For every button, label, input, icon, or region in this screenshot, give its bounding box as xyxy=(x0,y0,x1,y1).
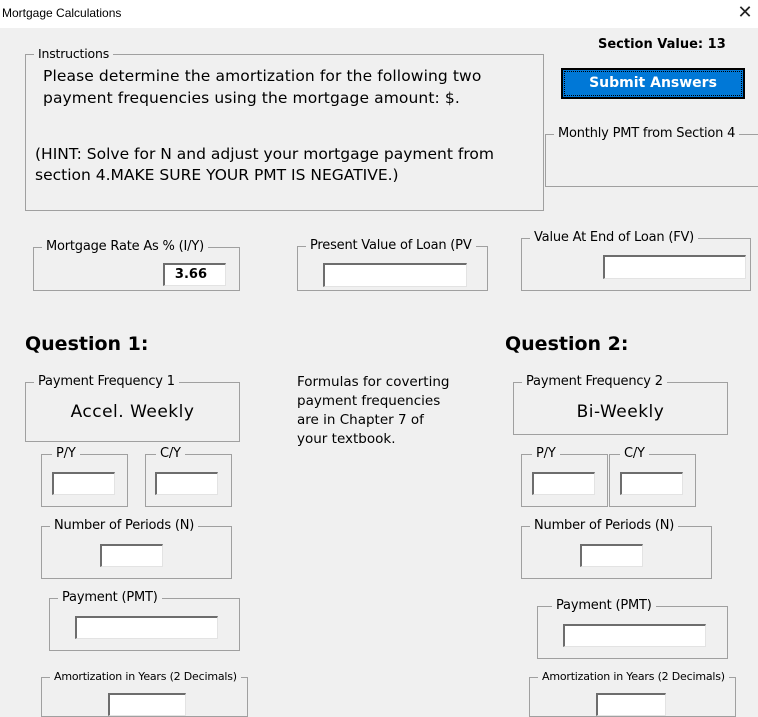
q2-n-legend: Number of Periods (N) xyxy=(530,518,679,533)
q1-py-input[interactable] xyxy=(52,472,115,495)
q1-cy-input[interactable] xyxy=(155,472,218,495)
q2-n-input[interactable] xyxy=(580,544,643,567)
fv-legend: Value At End of Loan (FV) xyxy=(530,230,699,245)
question-2-title: Question 2: xyxy=(505,333,629,355)
q1-n-frame: Number of Periods (N) xyxy=(41,518,232,579)
q1-amort-legend: Amortization in Years (2 Decimals) xyxy=(50,670,241,683)
q2-cy-frame: C/Y xyxy=(609,446,696,507)
monthly-pmt-legend: Monthly PMT from Section 4 xyxy=(554,126,740,141)
q2-frequency-frame: Payment Frequency 2 Bi-Weekly xyxy=(513,374,728,435)
q2-py-input[interactable] xyxy=(532,472,595,495)
formula-note-line: payment frequencies xyxy=(297,393,441,409)
submit-answers-button[interactable]: Submit Answers xyxy=(561,68,745,99)
formula-note-line: are in Chapter 7 of xyxy=(297,412,424,428)
q1-n-legend: Number of Periods (N) xyxy=(50,518,199,533)
q1-amort-frame: Amortization in Years (2 Decimals) xyxy=(41,670,248,717)
fv-frame: Value At End of Loan (FV) xyxy=(521,230,751,291)
rate-frame: Mortgage Rate As % (I/Y) 3.66 xyxy=(33,239,240,291)
q1-frequency-value: Accel. Weekly xyxy=(70,402,195,422)
q2-py-frame: P/Y xyxy=(521,446,608,507)
q2-amort-frame: Amortization in Years (2 Decimals) xyxy=(529,670,736,717)
close-icon[interactable]: ✕ xyxy=(734,2,756,24)
monthly-pmt-frame: Monthly PMT from Section 4 xyxy=(545,126,758,187)
q2-frequency-legend: Payment Frequency 2 xyxy=(522,374,667,389)
q2-pmt-legend: Payment (PMT) xyxy=(552,598,656,613)
q2-cy-input[interactable] xyxy=(620,472,683,495)
q2-frequency-value: Bi-Weekly xyxy=(576,402,665,422)
q1-pmt-input[interactable] xyxy=(75,616,218,639)
title-bar: Mortgage Calculations ✕ xyxy=(0,0,758,28)
pv-legend: Present Value of Loan (PV xyxy=(306,238,476,253)
hint-line1: (HINT: Solve for N and adjust your mortg… xyxy=(35,145,494,163)
q1-py-legend: P/Y xyxy=(52,446,80,461)
q1-py-frame: P/Y xyxy=(41,446,128,507)
fv-input[interactable] xyxy=(603,255,746,279)
rate-legend: Mortgage Rate As % (I/Y) xyxy=(42,239,208,254)
q2-pmt-frame: Payment (PMT) xyxy=(537,598,728,659)
formula-note: Formulas for coverting payment frequenci… xyxy=(297,373,449,449)
formula-note-line: Formulas for coverting xyxy=(297,374,450,390)
section-value: Section Value: 13 xyxy=(598,37,726,52)
q1-pmt-legend: Payment (PMT) xyxy=(58,590,162,605)
q1-frequency-legend: Payment Frequency 1 xyxy=(34,374,179,389)
q1-cy-frame: C/Y xyxy=(145,446,232,507)
pv-input[interactable] xyxy=(323,263,467,287)
q1-frequency-frame: Payment Frequency 1 Accel. Weekly xyxy=(25,374,240,442)
instructions-line1: Please determine the amortization for th… xyxy=(43,67,482,85)
q1-cy-legend: C/Y xyxy=(156,446,185,461)
window-title: Mortgage Calculations xyxy=(2,6,122,20)
instructions-frame: Instructions Please determine the amorti… xyxy=(25,46,544,211)
q2-cy-legend: C/Y xyxy=(620,446,649,461)
pv-frame: Present Value of Loan (PV xyxy=(297,238,488,291)
q2-n-frame: Number of Periods (N) xyxy=(521,518,712,579)
hint-line2: section 4.MAKE SURE YOUR PMT IS NEGATIVE… xyxy=(35,166,399,184)
question-1-title: Question 1: xyxy=(25,333,149,355)
q1-pmt-frame: Payment (PMT) xyxy=(49,590,240,651)
q2-pmt-input[interactable] xyxy=(563,624,706,647)
q2-py-legend: P/Y xyxy=(532,446,560,461)
instructions-legend: Instructions xyxy=(34,46,114,61)
formula-note-line: your textbook. xyxy=(297,431,396,447)
instructions-line2: payment frequencies using the mortgage a… xyxy=(43,89,460,107)
rate-input[interactable]: 3.66 xyxy=(163,263,226,286)
q2-amort-legend: Amortization in Years (2 Decimals) xyxy=(538,670,729,683)
q1-n-input[interactable] xyxy=(100,544,163,567)
